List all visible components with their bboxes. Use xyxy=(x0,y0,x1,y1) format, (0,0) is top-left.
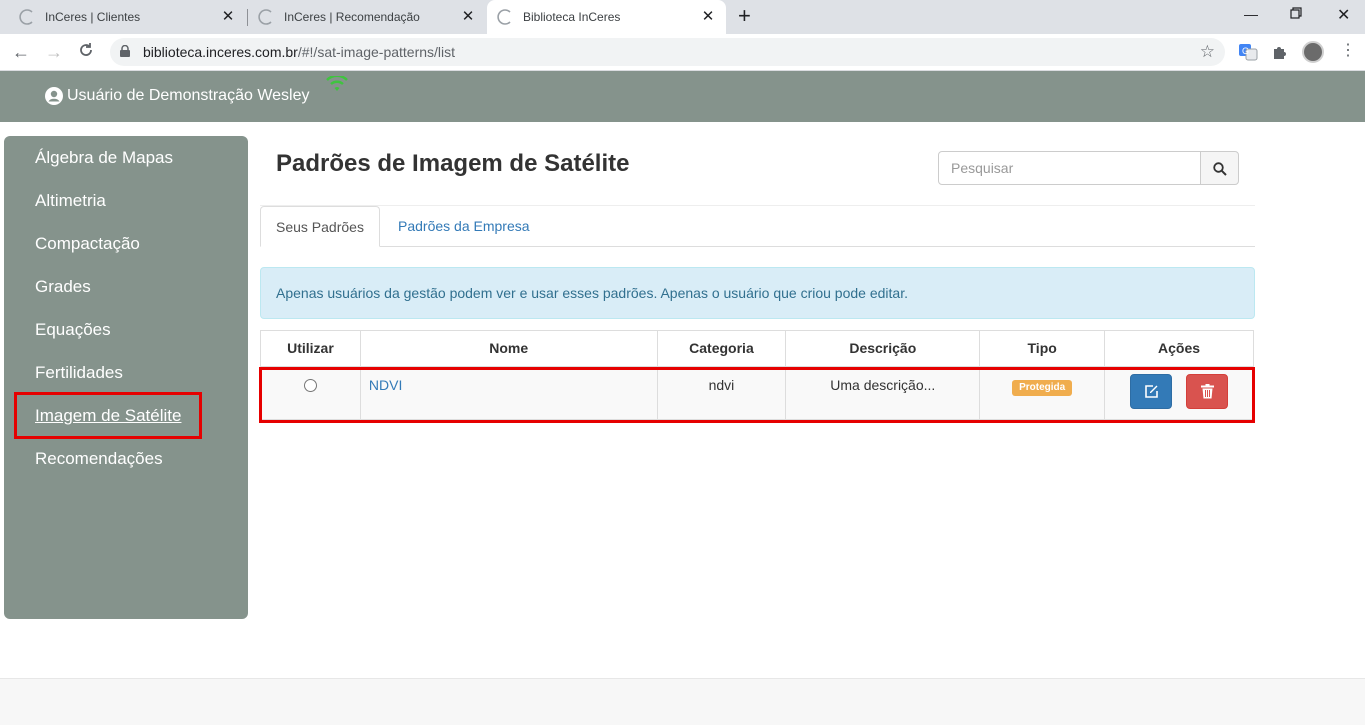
extensions-puzzle-icon[interactable] xyxy=(1270,42,1290,62)
close-icon[interactable]: ✕ xyxy=(700,9,716,25)
cell-nome: NDVI xyxy=(359,366,658,420)
reload-icon[interactable] xyxy=(76,42,96,62)
use-radio[interactable] xyxy=(303,378,317,392)
url-text: biblioteca.inceres.com.br/#!/sat-image-p… xyxy=(143,44,456,60)
browser-tab[interactable]: InCeres | Recomendação ✕ xyxy=(248,0,486,34)
sidebar-item-grades[interactable]: Grades xyxy=(35,277,91,297)
page-title: Padrões de Imagem de Satélite xyxy=(276,150,630,177)
bookmark-star-icon[interactable]: ☆ xyxy=(1200,42,1215,62)
inceres-favicon-icon xyxy=(19,9,33,25)
inceres-favicon-icon xyxy=(258,9,272,25)
cell-categoria: ndvi xyxy=(656,366,787,420)
address-bar[interactable]: biblioteca.inceres.com.br/#!/sat-image-p… xyxy=(110,38,1225,66)
profile-avatar[interactable] xyxy=(1302,41,1324,63)
sidebar: Álgebra de Mapas Altimetria Compactação … xyxy=(4,136,248,619)
cell-descricao: Uma descrição... xyxy=(785,366,981,420)
inceres-favicon-icon xyxy=(497,9,511,25)
cell-acoes xyxy=(1104,366,1254,420)
close-icon[interactable]: ✕ xyxy=(460,9,476,25)
restore-icon[interactable] xyxy=(1290,6,1302,22)
search-icon xyxy=(1213,162,1227,176)
browser-tab[interactable]: InCeres | Clientes ✕ xyxy=(0,0,246,34)
status-badge: Protegida xyxy=(1012,379,1073,396)
user-menu[interactable]: Usuário de Demonstração Wesley xyxy=(45,87,309,105)
more-menu-icon[interactable]: ⋮ xyxy=(1340,41,1356,61)
sidebar-item-compactacao[interactable]: Compactação xyxy=(35,234,140,254)
sidebar-highlight-annotation xyxy=(14,392,202,439)
column-header-acoes: Ações xyxy=(1104,330,1254,368)
column-header-nome: Nome xyxy=(359,330,658,368)
search-input[interactable] xyxy=(938,151,1201,185)
browser-tab-title: InCeres | Clientes xyxy=(45,10,141,24)
edit-icon xyxy=(1145,384,1158,398)
search-button[interactable] xyxy=(1200,151,1239,185)
user-circle-icon xyxy=(45,87,63,105)
sidebar-item-altimetria[interactable]: Altimetria xyxy=(35,191,106,211)
table-header-row: Utilizar Nome Categoria Descrição Tipo A… xyxy=(260,330,1254,368)
cell-tipo: Protegida xyxy=(979,366,1106,420)
search-group xyxy=(938,151,1239,185)
column-header-tipo: Tipo xyxy=(979,330,1106,368)
forward-arrow-icon[interactable]: → xyxy=(44,42,64,62)
close-icon[interactable]: ✕ xyxy=(220,9,236,25)
tab-padroes-da-empresa[interactable]: Padrões da Empresa xyxy=(383,206,545,247)
back-arrow-icon[interactable]: ← xyxy=(11,42,31,62)
edit-button[interactable] xyxy=(1130,373,1173,409)
browser-toolbar: ← → biblioteca.inceres.com.br/#!/sat-ima… xyxy=(0,34,1365,71)
user-name: Usuário de Demonstração Wesley xyxy=(67,87,310,104)
window-close-icon[interactable]: ✕ xyxy=(1337,5,1350,25)
column-header-utilizar: Utilizar xyxy=(260,330,361,368)
sidebar-item-equacoes[interactable]: Equações xyxy=(35,320,111,340)
page-footer xyxy=(0,678,1365,725)
minimize-icon[interactable]: — xyxy=(1244,6,1258,22)
sidebar-item-algebra-de-mapas[interactable]: Álgebra de Mapas xyxy=(35,148,173,168)
browser-tab-title: InCeres | Recomendação xyxy=(284,10,420,24)
browser-tab-active[interactable]: Biblioteca InCeres ✕ xyxy=(487,0,726,34)
browser-tab-title: Biblioteca InCeres xyxy=(523,10,621,24)
app-header: Usuário de Demonstração Wesley xyxy=(0,71,1365,122)
cell-utilizar xyxy=(260,366,361,420)
trash-icon xyxy=(1200,383,1214,398)
delete-button[interactable] xyxy=(1185,373,1228,409)
sidebar-item-recomendacoes[interactable]: Recomendações xyxy=(35,449,163,469)
pattern-name-link[interactable]: NDVI xyxy=(369,377,402,393)
patterns-table: Utilizar Nome Categoria Descrição Tipo A… xyxy=(260,330,1254,420)
wifi-icon xyxy=(326,76,348,91)
sidebar-item-fertilidades[interactable]: Fertilidades xyxy=(35,363,123,383)
svg-text:G: G xyxy=(1242,46,1249,56)
lock-icon xyxy=(120,45,130,57)
table-row: NDVI ndvi Uma descrição... Protegida xyxy=(260,366,1254,420)
info-alert: Apenas usuários da gestão podem ver e us… xyxy=(260,267,1255,319)
column-header-categoria: Categoria xyxy=(656,330,787,368)
browser-tab-bar: InCeres | Clientes ✕ InCeres | Recomenda… xyxy=(0,0,1365,34)
tab-seus-padroes[interactable]: Seus Padrões xyxy=(260,206,380,247)
new-tab-icon[interactable]: + xyxy=(738,5,751,27)
column-header-descricao: Descrição xyxy=(785,330,981,368)
google-translate-icon[interactable]: G xyxy=(1238,42,1258,62)
